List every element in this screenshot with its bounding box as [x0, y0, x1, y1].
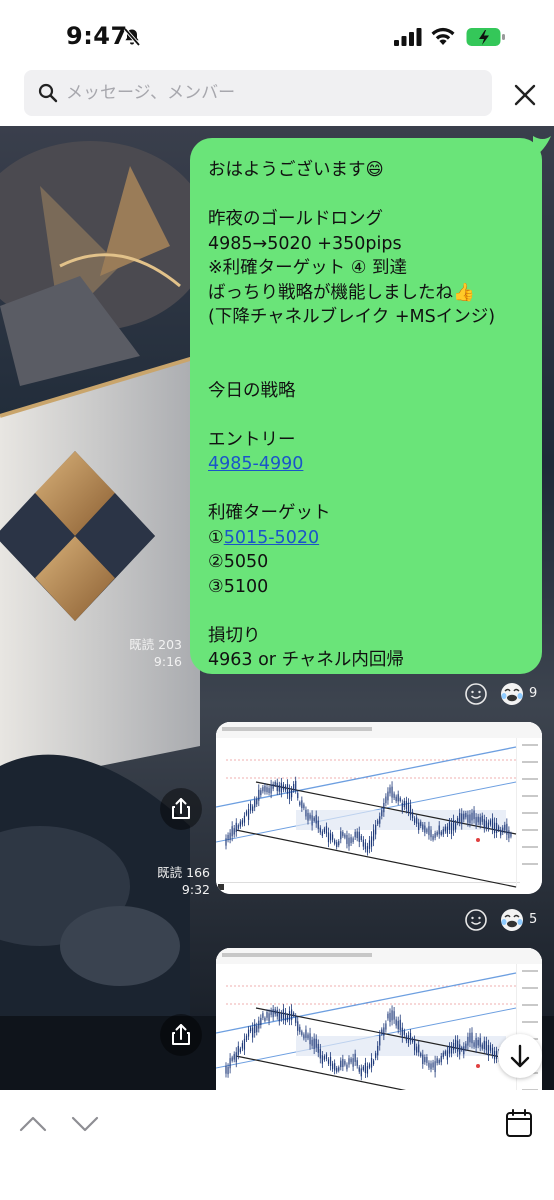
reaction-emoji-icon[interactable]: [500, 908, 524, 932]
status-bar: 9:47: [0, 0, 554, 68]
chart-image-1[interactable]: [216, 722, 542, 894]
message-time: 9:32: [181, 882, 210, 897]
battery-charging-icon: [466, 28, 505, 46]
message-line: (下降チャネルブレイク +MSインジ): [208, 307, 496, 327]
wifi-icon: [431, 27, 455, 45]
scroll-to-bottom-button[interactable]: [498, 1034, 542, 1078]
message-line: おはようございます😄: [208, 160, 384, 180]
message-line: 今日の戦略: [208, 380, 296, 401]
message-line: ばっちり戦略が機能しましたね👍: [208, 282, 475, 303]
share-button[interactable]: [160, 1014, 202, 1056]
status-time: 9:47: [66, 22, 128, 50]
target1-link[interactable]: 5015-5020: [224, 528, 319, 548]
add-reaction-icon[interactable]: [464, 908, 488, 932]
price-chart: [216, 722, 542, 894]
bell-slash-icon: [123, 27, 141, 47]
reaction-count: 9: [529, 686, 538, 701]
arrow-down-icon: [510, 1044, 530, 1068]
message-line: ②5050: [208, 552, 269, 572]
share-icon: [172, 798, 190, 819]
bottom-toolbar: [0, 1090, 554, 1200]
calendar-icon[interactable]: [505, 1108, 533, 1138]
chevron-down-icon[interactable]: [70, 1112, 100, 1136]
cellular-signal-icon: [394, 28, 422, 46]
message-line: 昨夜のゴールドロング: [208, 209, 383, 229]
chart-message-meta: 既読 166 9:32: [136, 864, 210, 898]
chat-area[interactable]: おはようございます😄 昨夜のゴールドロング 4985→5020 +350pips…: [0, 126, 554, 1090]
message-time: 9:16: [153, 654, 182, 669]
close-icon[interactable]: [508, 78, 542, 112]
chart-image-2[interactable]: [216, 948, 542, 1090]
message-line: 利確ターゲット: [208, 503, 331, 523]
search-bar[interactable]: [24, 70, 492, 116]
message-line: ※利確ターゲット ④ 到達: [208, 258, 407, 278]
message-line: ③5100: [208, 576, 269, 597]
reaction-count: 5: [529, 912, 538, 927]
reaction-emoji-icon[interactable]: [500, 682, 524, 706]
target1-prefix: ①: [208, 527, 224, 548]
add-reaction-icon[interactable]: [464, 682, 488, 706]
share-icon: [172, 1024, 190, 1045]
chat-screen: 9:47 メッセージ、メンバー おはようございます😄 昨夜のゴールドロング 49…: [0, 0, 554, 1200]
read-count: 既読 166: [157, 865, 210, 880]
message-line: 4985→5020 +350pips: [208, 233, 402, 254]
message-meta: 既読 203 9:16: [110, 636, 182, 670]
price-chart: [216, 948, 542, 1090]
message-line: エントリー: [208, 429, 296, 450]
search-input[interactable]: [66, 70, 466, 116]
message-bubble[interactable]: おはようございます😄 昨夜のゴールドロング 4985→5020 +350pips…: [190, 138, 542, 674]
message-line: 4963 or チャネル内回帰: [208, 650, 404, 670]
read-count: 既読 203: [129, 637, 182, 652]
chevron-up-icon[interactable]: [18, 1112, 48, 1136]
search-icon: [38, 83, 58, 103]
share-button[interactable]: [160, 788, 202, 830]
search-header: [0, 68, 554, 126]
entry-link[interactable]: 4985-4990: [208, 454, 303, 474]
message-line: 損切り: [208, 625, 261, 646]
